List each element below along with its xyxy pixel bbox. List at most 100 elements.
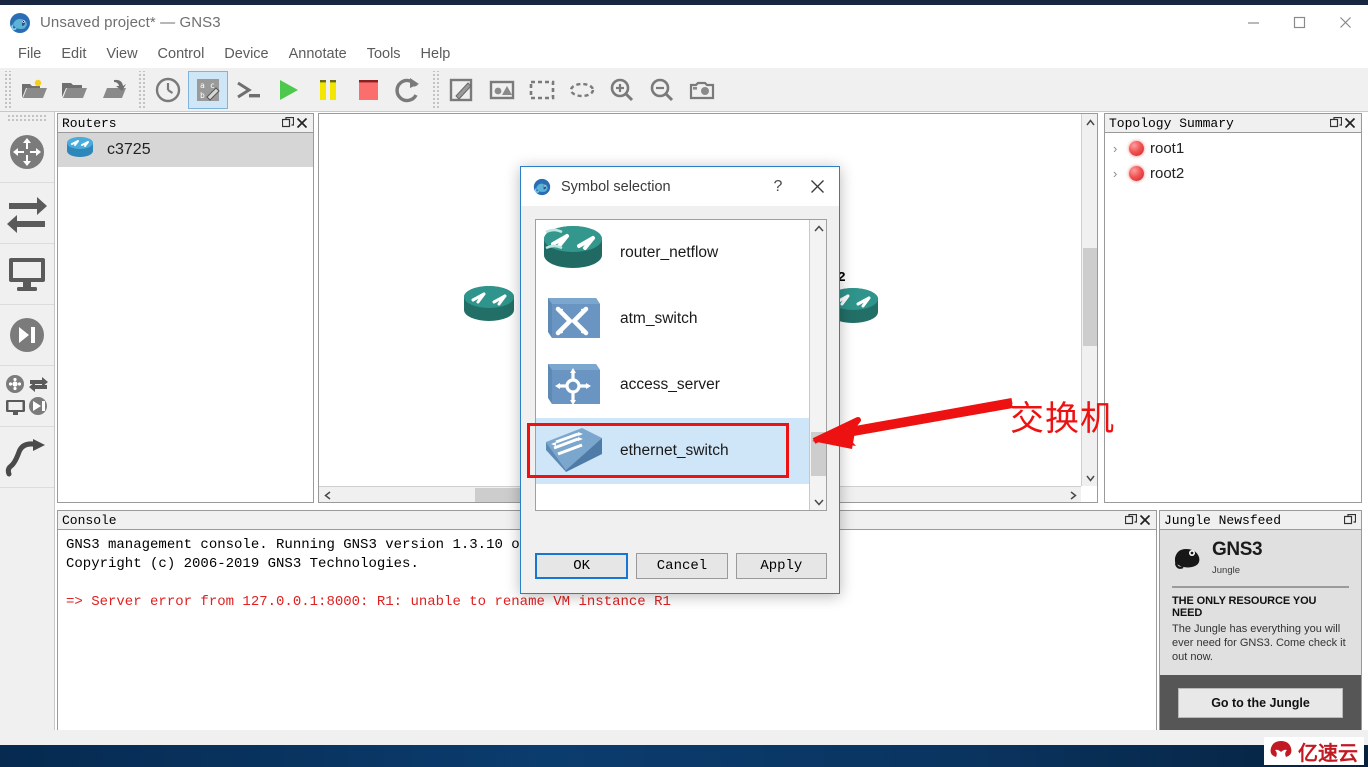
- menu-device[interactable]: Device: [214, 43, 278, 65]
- all-devices-category-icon[interactable]: [0, 366, 54, 427]
- close-icon[interactable]: [1343, 116, 1357, 130]
- stop-all-icon[interactable]: [348, 71, 388, 109]
- list-item[interactable]: › root2: [1105, 161, 1361, 186]
- toolbar-grip-2[interactable]: [137, 70, 146, 109]
- add-link-icon[interactable]: [0, 427, 54, 488]
- save-project-as-icon[interactable]: [94, 71, 134, 109]
- suspend-all-icon[interactable]: [308, 71, 348, 109]
- menu-annotate[interactable]: Annotate: [279, 43, 357, 65]
- scroll-right-icon[interactable]: [1065, 487, 1081, 503]
- menu-view[interactable]: View: [96, 43, 147, 65]
- title-bar: Unsaved project* — GNS3: [0, 5, 1368, 40]
- canvas-node-router-left[interactable]: [461, 284, 517, 335]
- watermark: 亿速云: [1264, 737, 1364, 765]
- menu-control[interactable]: Control: [148, 43, 215, 65]
- menu-edit[interactable]: Edit: [51, 43, 96, 65]
- jungle-body-text: The Jungle has everything you will ever …: [1172, 623, 1346, 663]
- menu-help[interactable]: Help: [411, 43, 461, 65]
- float-icon[interactable]: [1124, 513, 1138, 527]
- list-item[interactable]: atm_switch: [536, 286, 809, 352]
- float-icon[interactable]: [1343, 513, 1357, 527]
- symbol-selection-dialog: Symbol selection ? router_netflow atm_sw…: [520, 166, 840, 594]
- toolbar-grip[interactable]: [3, 70, 12, 109]
- symbol-list[interactable]: router_netflow atm_switch access_server …: [535, 219, 827, 511]
- topology-summary-panel: Topology Summary › root1 › root2: [1104, 113, 1362, 503]
- insert-image-icon[interactable]: [482, 71, 522, 109]
- new-project-icon[interactable]: [14, 71, 54, 109]
- start-all-icon[interactable]: [268, 71, 308, 109]
- list-item[interactable]: access_server: [536, 352, 809, 418]
- jungle-newsfeed-panel: Jungle Newsfeed GNS3 Jungle THE ONLY RES…: [1159, 510, 1362, 732]
- topology-node-label: root1: [1150, 140, 1185, 157]
- ok-button[interactable]: OK: [535, 553, 629, 579]
- chevron-right-icon[interactable]: ›: [1113, 166, 1123, 181]
- open-project-icon[interactable]: [54, 71, 94, 109]
- end-devices-category-icon[interactable]: [0, 244, 54, 305]
- dialog-titlebar: Symbol selection ?: [521, 167, 839, 206]
- jungle-logo-title: GNS3: [1212, 539, 1263, 560]
- minimize-icon[interactable]: [1230, 5, 1276, 40]
- symbol-list-items: router_netflow atm_switch access_server …: [536, 220, 809, 510]
- topology-panel-body: › root1 › root2: [1104, 133, 1362, 503]
- routers-category-icon[interactable]: [0, 122, 54, 183]
- console-to-all-devices-icon[interactable]: [228, 71, 268, 109]
- menu-file[interactable]: File: [8, 43, 51, 65]
- zoom-out-icon[interactable]: [642, 71, 682, 109]
- jungle-headline: THE ONLY RESOURCE YOU NEED: [1172, 595, 1317, 619]
- scroll-up-icon[interactable]: [810, 220, 826, 236]
- draw-ellipse-icon[interactable]: [562, 71, 602, 109]
- snapshot-clock-icon[interactable]: [148, 71, 188, 109]
- go-to-jungle-button[interactable]: Go to the Jungle: [1178, 688, 1343, 718]
- close-icon[interactable]: [1322, 5, 1368, 40]
- annotation-text: 交换机: [1010, 399, 1115, 439]
- gns3-chameleon-icon: [9, 12, 31, 34]
- symbol-label: access_server: [620, 376, 720, 393]
- scroll-left-icon[interactable]: [319, 487, 335, 503]
- scroll-down-icon[interactable]: [1082, 470, 1098, 486]
- scroll-down-icon[interactable]: [810, 494, 826, 510]
- list-item[interactable]: router_netflow: [536, 220, 809, 286]
- zoom-in-icon[interactable]: [602, 71, 642, 109]
- draw-rectangle-icon[interactable]: [522, 71, 562, 109]
- routers-panel-title: Routers: [62, 115, 117, 131]
- reload-all-icon[interactable]: [388, 71, 428, 109]
- screenshot-icon[interactable]: [682, 71, 722, 109]
- close-icon[interactable]: [1138, 513, 1152, 527]
- yisuyun-logo-icon: [1268, 738, 1294, 765]
- jungle-panel-title: Jungle Newsfeed: [1164, 512, 1282, 528]
- status-badge: [1129, 166, 1144, 181]
- menu-tools[interactable]: Tools: [357, 43, 411, 65]
- svg-text:b: b: [200, 91, 205, 100]
- scroll-up-icon[interactable]: [1082, 114, 1098, 130]
- window-title: Unsaved project* — GNS3: [40, 14, 221, 31]
- close-icon[interactable]: [295, 116, 309, 130]
- symbol-label: router_netflow: [620, 244, 719, 261]
- list-item-selected[interactable]: ethernet_switch: [536, 418, 809, 484]
- float-icon[interactable]: [1329, 116, 1343, 130]
- help-button[interactable]: ?: [761, 168, 795, 206]
- security-devices-category-icon[interactable]: [0, 305, 54, 366]
- toolbar-grip-3[interactable]: [431, 70, 440, 109]
- show-hide-interface-labels-icon[interactable]: a c b: [188, 70, 228, 109]
- switches-category-icon[interactable]: [0, 183, 54, 244]
- list-item[interactable]: c3725: [58, 133, 313, 167]
- add-note-icon[interactable]: [442, 71, 482, 109]
- menu-bar: File Edit View Control Device Annotate T…: [0, 40, 1368, 68]
- cancel-button[interactable]: Cancel: [636, 553, 728, 579]
- device-toolbar-grip[interactable]: [7, 114, 47, 122]
- chevron-right-icon[interactable]: ›: [1113, 141, 1123, 156]
- close-icon[interactable]: [795, 168, 839, 206]
- main-toolbar: a c b: [0, 68, 1368, 112]
- maximize-icon[interactable]: [1276, 5, 1322, 40]
- float-icon[interactable]: [281, 116, 295, 130]
- scroll-thumb-vertical[interactable]: [1083, 248, 1097, 346]
- dialog-button-row: OK Cancel Apply: [535, 553, 827, 579]
- ethernet-switch-icon: [540, 420, 606, 483]
- list-item[interactable]: › root1: [1105, 136, 1361, 161]
- routers-panel-body: c3725: [57, 133, 314, 503]
- svg-text:c: c: [210, 81, 215, 90]
- router-label: c3725: [107, 141, 151, 158]
- apply-button[interactable]: Apply: [735, 553, 827, 579]
- dialog-list-scrollbar[interactable]: [809, 220, 826, 510]
- jungle-panel-body: GNS3 Jungle THE ONLY RESOURCE YOU NEED T…: [1159, 530, 1362, 732]
